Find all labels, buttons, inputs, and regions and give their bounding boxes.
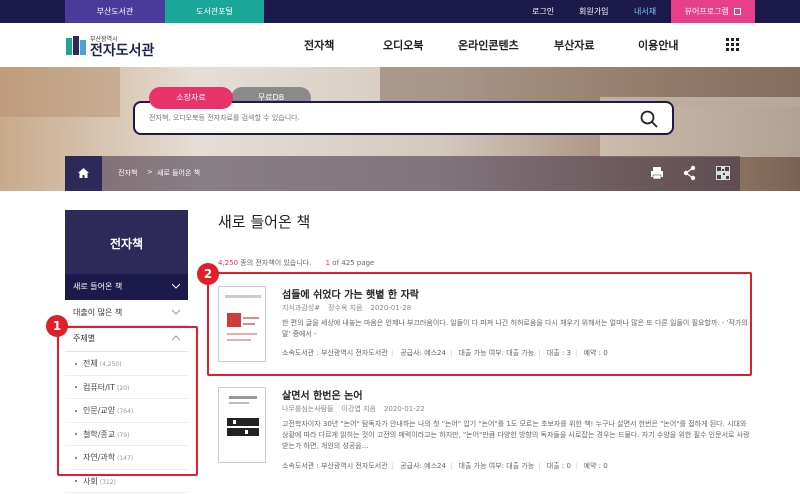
book-meta: 나무를심는사람들 이강엽 지음 2020-01-22 [282,404,433,414]
page-title: 새로 들어온 책 [218,213,311,231]
subject-label: 사회 [83,476,98,486]
qr-code-icon[interactable] [714,164,732,182]
book-author: 나무를심는사람들 [282,405,334,413]
breadcrumb: 전자책 > 새로 들어온 책 [65,156,740,191]
viewer-program-label: 뷰어프로그램 [684,7,729,16]
book-cover-image [225,295,261,341]
chevron-down-icon [172,309,180,315]
nav-busan-materials[interactable]: 부산자료 [554,37,594,53]
nav-online-content[interactable]: 온라인콘텐츠 [458,37,519,53]
chevron-down-icon [172,283,180,289]
home-button[interactable] [65,156,102,191]
subject-count: (312) [99,478,116,486]
sidebar-item-label: 새로 들어온 책 [73,282,123,291]
result-count-number: 4,250 [218,259,239,267]
search-input[interactable] [149,111,629,125]
book-title[interactable]: 섬들에 쉬었다 가는 햇볕 한 자락 [282,286,419,301]
sidebar-item-new-books[interactable]: 새로 들어온 책 [65,274,188,300]
book-date: 2020-01-28 [370,304,412,312]
login-link[interactable]: 로그인 [532,0,554,23]
sidebar-item-popular[interactable]: 대출이 많은 책 [65,300,188,326]
all-menu-grid-icon[interactable] [726,38,740,52]
book-holder: 소속도서관 : 부산광역시 전자도서관 [282,349,388,357]
book-date: 2020-01-22 [383,405,425,413]
book-supplier: 공급사: 예스24 [400,349,446,357]
book-loanable: 대출 가능 여부: 대출 가능 [458,462,535,470]
breadcrumb-ebook[interactable]: 전자책 [118,168,137,178]
book-description: 고전학자이자 30년 "논어" 탐독자가 안내하는 나의 첫 "논어" 입기 "… [282,420,750,450]
book-info: 소속도서관 : 부산광역시 전자도서관 | 공급사: 예스24 | 대출 가능 여부… [282,462,608,470]
book-cover[interactable] [218,286,266,362]
share-icon[interactable] [681,164,699,182]
page-total: of 425 page [330,259,375,267]
sidebar-title: 전자책 [65,210,188,274]
book-description: 한 편의 글을 세상에 내놓는 마음은 언제나 부끄러움이다. 일들이 다 파져… [282,319,748,338]
list-item: 섬들에 쉬었다 가는 햇볕 한 자락 지식과감성# 장수옥 지음 2020-01-2… [218,286,758,366]
annotation-box-1 [57,326,198,476]
book-reserve: 예약 : 0 [583,349,608,357]
logo-title: 전자도서관 [90,43,155,59]
result-count-text: 종의 전자책이 있습니다. [238,259,312,267]
main-header: 부산광역시 전자도서관 전자책 오디오북 온라인콘텐츠 부산자료 이용안내 [0,23,800,67]
home-icon [78,168,89,178]
busan-library-tab[interactable]: 부산도서관 [65,0,165,23]
nav-ebook[interactable]: 전자책 [304,37,334,53]
book-info: 소속도서관 : 부산광역시 전자도서관 | 공급사: 예스24 | 대출 가능 여부… [282,349,608,357]
book-title[interactable]: 살면서 한번은 논어 [282,387,363,402]
sidebar-item-label: 대출이 많은 책 [73,308,123,317]
book-loans: 대출 : 3 [546,349,571,357]
library-portal-tab[interactable]: 도서관포털 [165,0,264,23]
list-item: 살면서 한번은 논어 나무를심는사람들 이강엽 지음 2020-01-22 고전학자… [218,387,758,470]
annotation-badge-1: 1 [46,315,68,337]
join-link[interactable]: 회원가입 [579,0,608,23]
external-link-icon [734,8,742,15]
print-icon[interactable] [648,164,666,182]
book-publisher: 이강엽 지음 [341,405,376,413]
book-supplier: 공급사: 예스24 [400,462,446,470]
result-count: 4,250 종의 전자책이 있습니다. 1 of 425 page [218,258,374,268]
book-loans: 대출 : 0 [546,462,571,470]
viewer-program-button[interactable]: 뷰어프로그램 [671,0,755,23]
nav-audiobook[interactable]: 오디오북 [383,37,423,53]
tab-holdings[interactable]: 소장자료 [149,87,233,109]
book-cover-image [227,396,259,436]
breadcrumb-separator: > [147,168,153,176]
annotation-badge-2: 2 [197,263,219,285]
book-reserve: 예약 : 0 [583,462,608,470]
nav-user-guide[interactable]: 이용안내 [638,37,678,53]
book-loanable: 대출 가능 여부: 대출 가능 [458,349,535,357]
book-holder: 소속도서관 : 부산광역시 전자도서관 [282,462,388,470]
book-publisher: 장수옥 지음 [328,304,363,312]
logo-mark-icon [66,36,86,55]
breadcrumb-current: 새로 들어온 책 [157,169,201,177]
book-meta: 지식과감성# 장수옥 지음 2020-01-28 [282,303,419,313]
book-author: 지식과감성# [282,304,321,312]
top-utility-bar: 부산도서관 도서관포털 로그인 회원가입 내서재 뷰어프로그램 [0,0,800,23]
my-library-link[interactable]: 내서재 [634,0,656,23]
book-cover[interactable] [218,387,266,463]
search-icon[interactable] [640,110,658,128]
